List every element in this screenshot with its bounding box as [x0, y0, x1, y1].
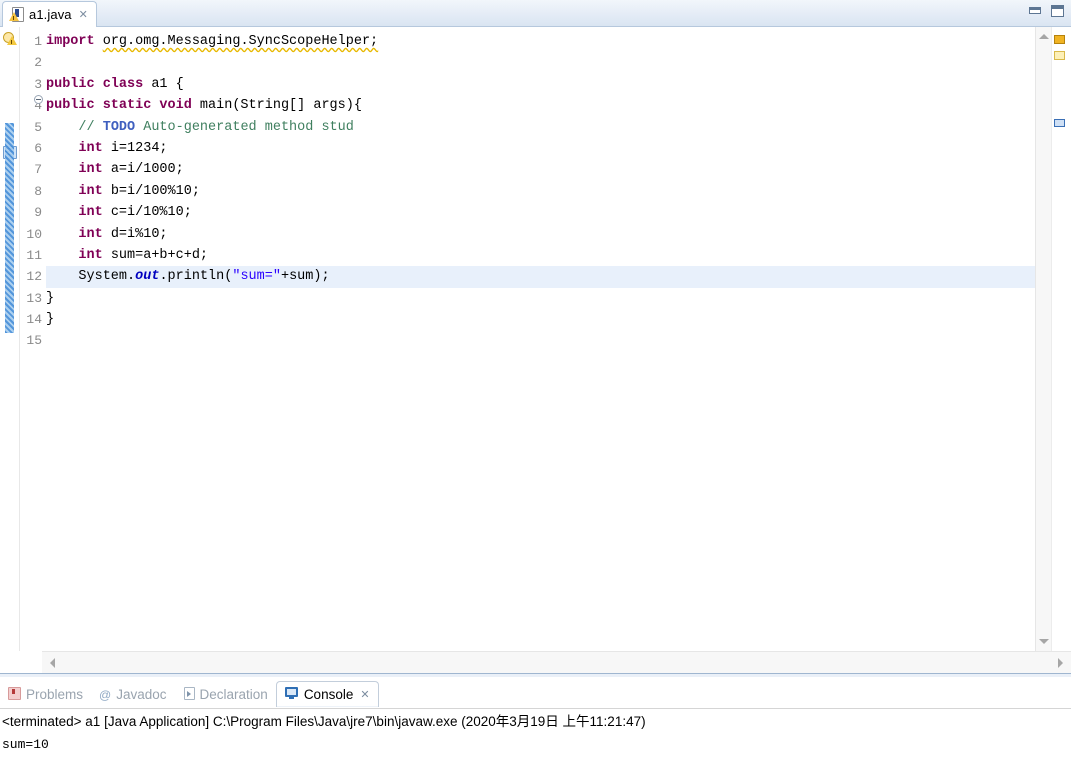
code-token: import [46, 34, 95, 49]
code-line[interactable]: int i=1234; [46, 138, 1035, 159]
bottom-tab-javadoc[interactable]: @ Javadoc [91, 681, 174, 707]
code-token: b=i/100%10; [102, 183, 200, 199]
scroll-up-icon[interactable] [1039, 34, 1049, 39]
code-line[interactable]: public class a1 { [46, 74, 1035, 95]
bottom-tab-label: Javadoc [116, 686, 167, 702]
bottom-view-panel: Problems @ Javadoc Declaration Console ✕ <ter… [0, 677, 1071, 763]
bottom-tab-console[interactable]: Console ✕ [275, 681, 379, 707]
overview-ruler[interactable] [1051, 27, 1067, 651]
code-token: .println( [159, 269, 233, 285]
console-output[interactable]: <terminated> a1 [Java Application] C:\Pr… [0, 708, 1071, 763]
code-line[interactable]: int sum=a+b+c+d; [46, 245, 1035, 266]
console-icon [284, 686, 299, 703]
bottom-tab-label: Console [303, 687, 354, 702]
annotation-ruler[interactable] [0, 27, 20, 651]
code-token: public static void [46, 98, 192, 114]
code-token: int [78, 226, 103, 242]
code-token: Auto-generated method stud [135, 119, 354, 135]
overview-todo-marker[interactable] [1054, 51, 1065, 60]
code-editor: 1 2 3 4 5 6 7 8 9 10 11 12 13 14 15 import org.omg.Mes… [0, 27, 1071, 677]
code-token: int [78, 162, 103, 178]
window-controls [1028, 4, 1065, 18]
code-token: +sum); [280, 269, 330, 285]
overview-warning-marker[interactable] [1054, 35, 1065, 44]
code-line[interactable]: int a=i/1000; [46, 159, 1035, 180]
code-line[interactable]: System.out.println("sum="+sum); [46, 266, 1035, 288]
code-token: int [78, 183, 103, 199]
change-indicator-bar [5, 123, 14, 333]
bottom-tab-bar: Problems @ Javadoc Declaration Console ✕ [0, 677, 1071, 708]
code-token: } [46, 290, 55, 306]
bottom-tab-label: Declaration [199, 686, 268, 702]
editor-horizontal-scrollbar[interactable] [42, 651, 1071, 673]
code-token: int [78, 247, 103, 263]
bottom-tab-problems[interactable]: Problems [0, 681, 91, 707]
code-token: TODO [102, 119, 136, 135]
code-line[interactable]: } [46, 309, 1035, 330]
code-token: // [46, 119, 103, 135]
code-token: org.omg.Messaging.SyncScopeHelper; [102, 34, 379, 49]
code-line[interactable]: // TODO Auto-generated method stud [46, 117, 1035, 138]
java-file-warning-icon [9, 7, 24, 22]
code-token: c=i/10%10; [102, 205, 192, 221]
scroll-right-icon[interactable] [1058, 658, 1063, 668]
folding-ruler[interactable] [34, 27, 46, 651]
fold-collapse-icon[interactable] [34, 95, 43, 104]
minimize-icon[interactable] [1028, 4, 1043, 18]
code-line[interactable]: public static void main(String[] args){ [46, 95, 1035, 116]
code-token: d=i%10; [102, 226, 168, 242]
code-line[interactable]: int b=i/100%10; [46, 181, 1035, 202]
code-line[interactable] [46, 52, 1035, 73]
console-header-line: <terminated> a1 [Java Application] C:\Pr… [2, 714, 646, 729]
code-token: "sum=" [232, 269, 281, 285]
code-line[interactable]: int c=i/10%10; [46, 202, 1035, 223]
code-token: System. [46, 269, 136, 285]
code-token: } [46, 312, 55, 328]
javadoc-icon: @ [99, 687, 112, 702]
code-token: int [78, 205, 103, 221]
code-token: main(String[] args){ [191, 98, 362, 114]
code-token: public class [46, 76, 144, 92]
overview-cursor-marker[interactable] [1054, 119, 1065, 127]
code-token: i=1234; [102, 140, 168, 156]
scroll-left-icon[interactable] [50, 658, 55, 668]
code-line[interactable]: int d=i%10; [46, 224, 1035, 245]
close-icon[interactable]: ✕ [79, 9, 88, 20]
close-icon[interactable]: ✕ [360, 689, 369, 700]
code-text-area[interactable]: import org.omg.Messaging.SyncScopeHelper… [46, 27, 1035, 651]
scroll-down-icon[interactable] [1039, 639, 1049, 644]
editor-vertical-scrollbar[interactable] [1035, 27, 1051, 651]
code-token: a=i/1000; [102, 162, 184, 178]
editor-tab-strip: a1.java ✕ [0, 0, 1071, 27]
warning-lightbulb-icon[interactable] [3, 32, 18, 46]
code-token: int [78, 140, 103, 156]
maximize-icon[interactable] [1050, 4, 1065, 18]
console-output-line: sum=10 [2, 737, 49, 752]
code-line[interactable]: } [46, 288, 1035, 309]
bottom-tab-declaration[interactable]: Declaration [175, 681, 276, 707]
code-line[interactable]: import org.omg.Messaging.SyncScopeHelper… [46, 31, 1035, 52]
bottom-tab-label: Problems [26, 686, 84, 702]
code-token: out [135, 269, 160, 285]
code-line[interactable] [46, 330, 1035, 351]
declaration-icon [183, 686, 195, 702]
code-token: a1 { [143, 76, 184, 92]
editor-tab-a1-java[interactable]: a1.java ✕ [2, 1, 97, 27]
code-token: sum=a+b+c+d; [102, 247, 209, 263]
editor-tab-label: a1.java [29, 7, 72, 22]
problems-icon [8, 686, 21, 702]
